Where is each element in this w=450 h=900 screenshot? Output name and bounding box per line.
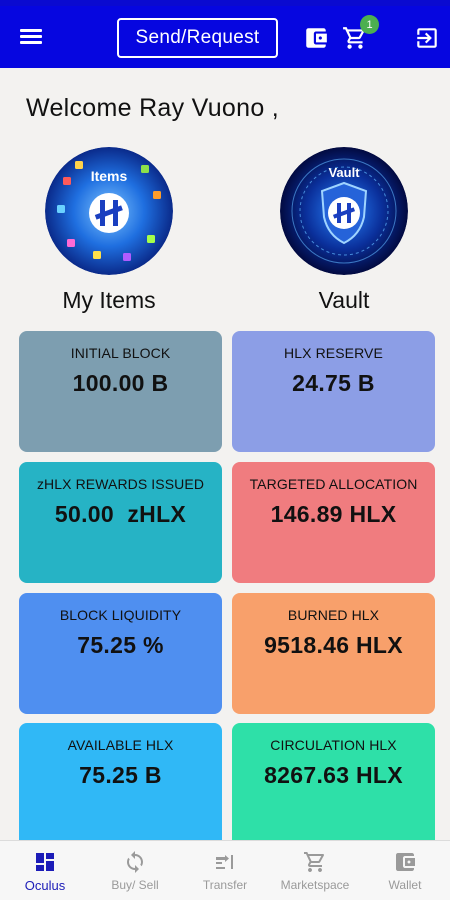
app-bar: Send/Request 1 <box>0 6 450 68</box>
stat-value: 9518.46 HLX <box>264 632 403 658</box>
send-request-button[interactable]: Send/Request <box>117 18 278 58</box>
cart-icon[interactable]: 1 <box>342 15 379 51</box>
nav-label: Buy/ Sell <box>111 878 159 892</box>
block-liquidity-card: BLOCK LIQUIDITY 75.25 % <box>19 593 222 714</box>
stat-label: BLOCK LIQUIDITY <box>59 607 182 623</box>
cart-icon <box>304 852 325 872</box>
stat-value: 50.00 zHLX <box>54 501 187 527</box>
vault-label: Vault <box>318 287 370 313</box>
stat-label: AVAILABLE HLX <box>67 737 174 753</box>
stat-value: 75.25 B <box>79 762 162 788</box>
wallet-icon <box>396 853 415 871</box>
bottom-navigation: Oculus Buy/ Sell Transfer Marketspace Wa… <box>0 840 450 900</box>
nav-label: Transfer <box>202 878 248 892</box>
nav-label: Wallet <box>388 878 422 892</box>
logout-icon[interactable] <box>414 25 440 51</box>
sync-icon <box>127 851 143 873</box>
burned-hlx-card: BURNED HLX 9518.46 HLX <box>232 593 435 714</box>
stat-value: 75.25 % <box>77 632 164 658</box>
my-items-label: My Items <box>62 287 156 313</box>
nav-label: Marketspace <box>280 878 350 892</box>
welcome-text: Welcome Ray Vuono , <box>26 94 280 122</box>
items-image: Items <box>45 147 173 275</box>
stat-label: HLX RESERVE <box>284 345 383 361</box>
nav-marketspace[interactable]: Marketspace <box>270 841 360 900</box>
cart-count-badge: 1 <box>360 15 379 34</box>
hlx-reserve-card: HLX RESERVE 24.75 B <box>232 331 435 452</box>
targeted-allocation-card: TARGETED ALLOCATION 146.89 HLX <box>232 462 435 583</box>
my-items-tile[interactable]: Items My Items <box>45 147 173 314</box>
nav-label: Oculus <box>24 878 66 893</box>
items-image-text: Items <box>91 168 128 184</box>
vault-image: Vault <box>280 147 408 275</box>
initial-block-card: INITIAL BLOCK 100.00 B <box>19 331 222 452</box>
nav-transfer[interactable]: Transfer <box>180 841 270 900</box>
stat-value: 8267.63 HLX <box>264 762 403 788</box>
available-hlx-card: AVAILABLE HLX 75.25 B <box>19 723 222 840</box>
stat-value: 146.89 HLX <box>270 501 397 527</box>
vault-tile[interactable]: Vault Vault <box>280 147 408 314</box>
stat-label: TARGETED ALLOCATION <box>249 476 418 492</box>
stat-label: zHLX REWARDS ISSUED <box>36 476 205 492</box>
zhlx-rewards-card: zHLX REWARDS ISSUED 50.00 zHLX <box>19 462 222 583</box>
nav-wallet[interactable]: Wallet <box>360 841 450 900</box>
nav-buy-sell[interactable]: Buy/ Sell <box>90 841 180 900</box>
circulation-hlx-card: CIRCULATION HLX 8267.63 HLX <box>232 723 435 840</box>
nav-oculus[interactable]: Oculus <box>0 841 90 900</box>
stat-value: 100.00 B <box>72 370 169 396</box>
vault-image-text: Vault <box>328 165 360 180</box>
menu-icon[interactable] <box>20 26 44 48</box>
transfer-icon <box>216 855 233 869</box>
stat-label: CIRCULATION HLX <box>270 737 397 753</box>
wallet-icon[interactable] <box>303 25 329 51</box>
stat-value: 24.75 B <box>292 370 375 396</box>
stat-label: INITIAL BLOCK <box>70 345 171 361</box>
dashboard-icon <box>36 853 54 871</box>
stat-label: BURNED HLX <box>287 607 380 623</box>
